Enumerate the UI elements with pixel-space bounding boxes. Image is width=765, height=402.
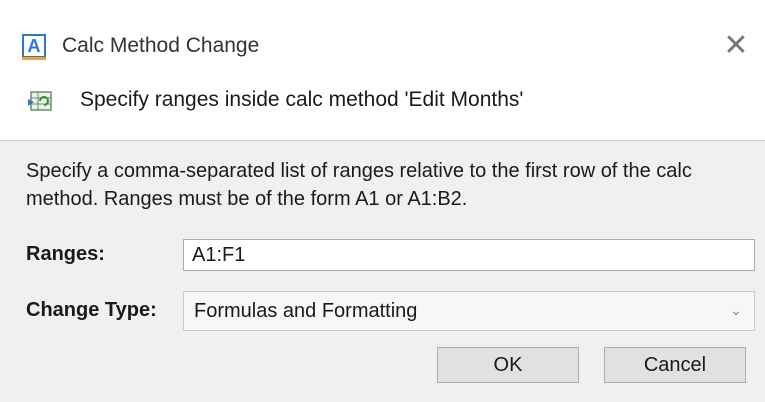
- chevron-down-icon: ⌄: [730, 302, 742, 318]
- calc-refresh-icon: [28, 91, 52, 111]
- app-icon: A: [22, 34, 46, 60]
- ranges-input[interactable]: [183, 239, 755, 271]
- ok-button[interactable]: OK: [437, 347, 579, 383]
- ranges-label: Ranges:: [26, 243, 105, 265]
- change-type-select[interactable]: Formulas and Formatting ⌄: [183, 291, 755, 331]
- window-title: Calc Method Change: [62, 34, 260, 57]
- dialog-header: Specify ranges inside calc method 'Edit …: [0, 72, 765, 141]
- cancel-button[interactable]: Cancel: [604, 347, 746, 383]
- dialog-body: Specify a comma-separated list of ranges…: [0, 141, 765, 402]
- change-type-label: Change Type:: [26, 299, 157, 321]
- close-button[interactable]: ✕: [714, 26, 758, 66]
- instructions-text: Specify a comma-separated list of ranges…: [26, 160, 692, 210]
- calc-method-change-dialog: A Calc Method Change ✕ Specify ranges in…: [0, 0, 765, 402]
- title-bar[interactable]: A Calc Method Change ✕: [0, 8, 765, 72]
- header-text: Specify ranges inside calc method 'Edit …: [80, 88, 524, 111]
- change-type-value: Formulas and Formatting: [194, 300, 418, 322]
